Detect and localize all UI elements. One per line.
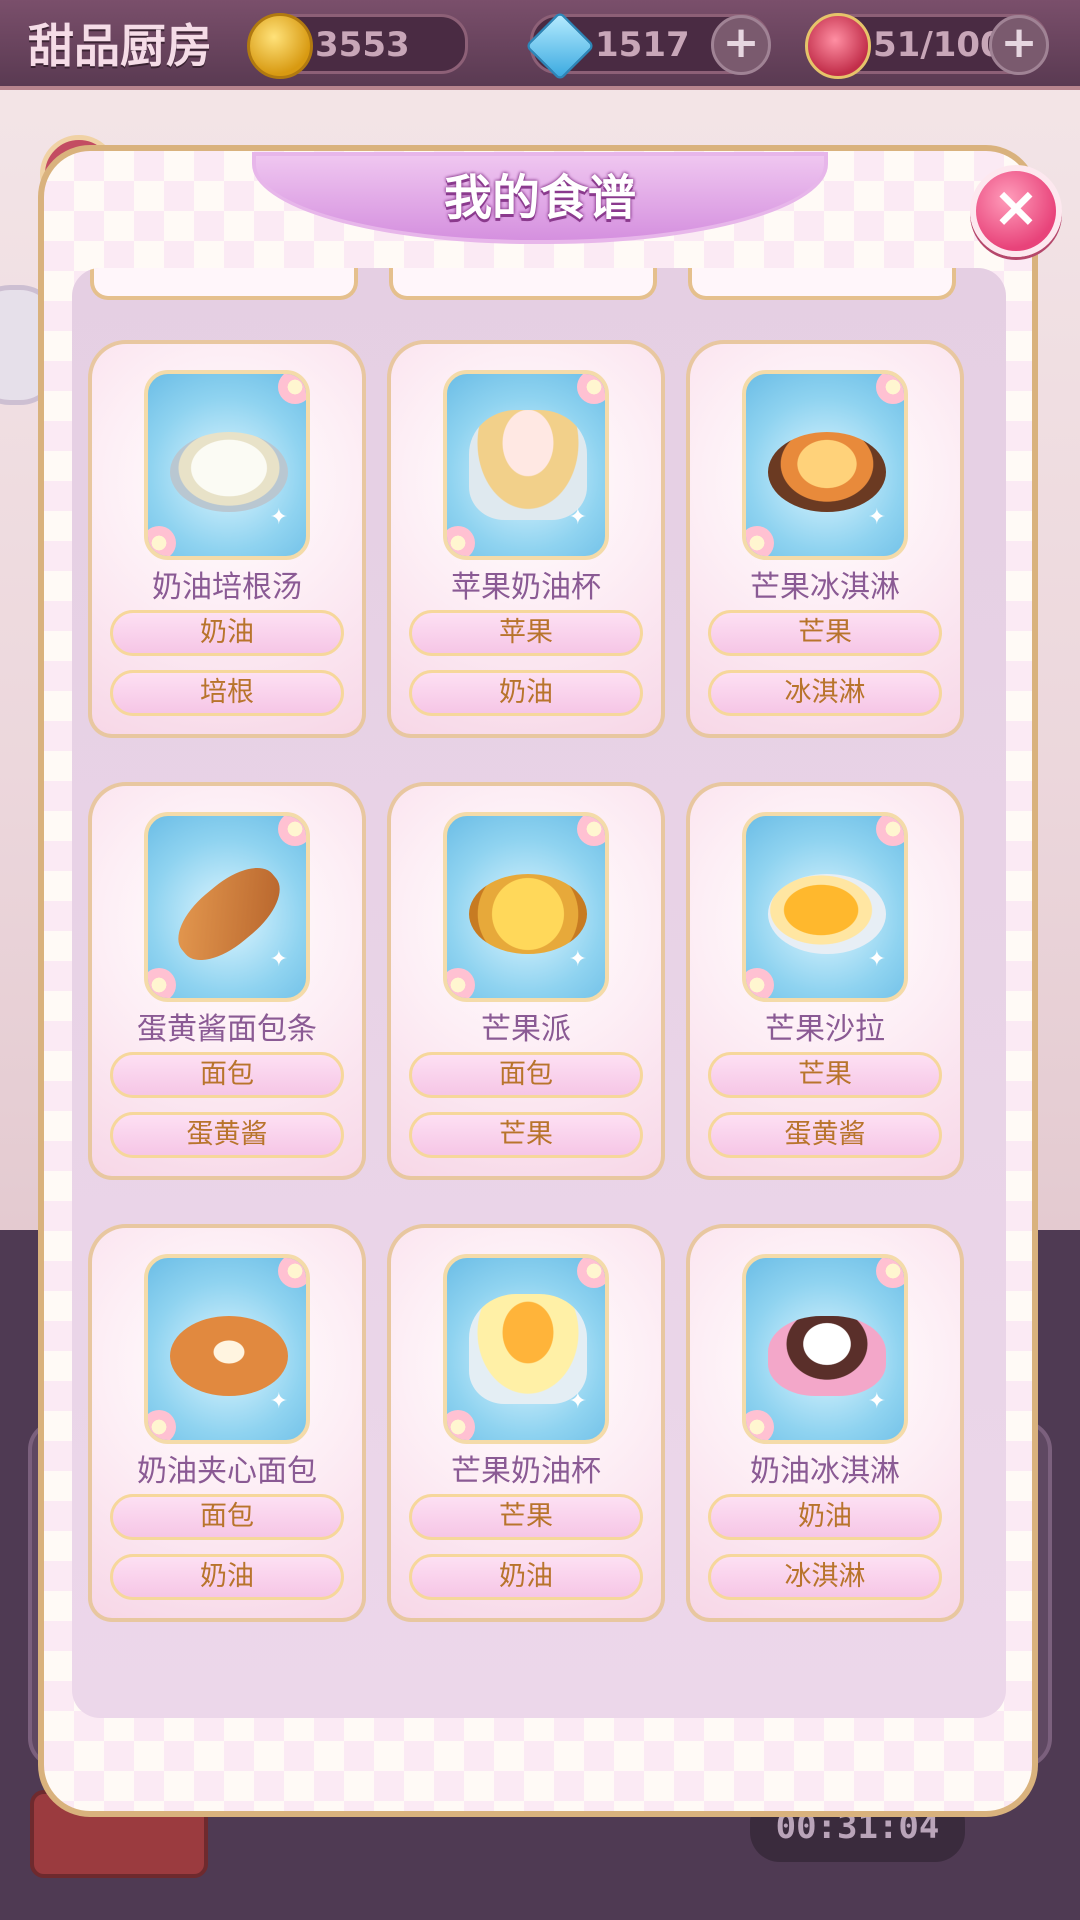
sparkle-icon: ✦ xyxy=(269,947,288,972)
ingredient-tag: 冰淇淋 xyxy=(708,1554,942,1600)
rose-icon xyxy=(805,13,871,79)
ingredient-tag: 蛋黄酱 xyxy=(708,1112,942,1158)
recipe-name: 奶油冰淇淋 xyxy=(750,1454,900,1489)
sparkle-icon: ✦ xyxy=(269,1389,288,1414)
recipe-name: 芒果冰淇淋 xyxy=(750,570,900,605)
sparkle-icon: ✦ xyxy=(568,1389,587,1414)
recipe-card[interactable]: ✦ 奶油夹心面包 面包 奶油 xyxy=(88,1224,366,1622)
sparkle-icon: ✦ xyxy=(269,505,288,530)
flower-decoration xyxy=(876,1258,904,1288)
recipe-image: ✦ xyxy=(144,812,310,1002)
coin-counter: 3553 xyxy=(247,13,468,79)
ingredient-tag: 培根 xyxy=(110,670,344,716)
sparkle-icon: ✦ xyxy=(867,505,886,530)
ingredient-tag: 面包 xyxy=(409,1052,643,1098)
recipe-image: ✦ xyxy=(144,370,310,560)
ingredient-tag: 面包 xyxy=(110,1494,344,1540)
recipe-image: ✦ xyxy=(742,1254,908,1444)
cream-bacon-soup-icon xyxy=(170,432,288,512)
sparkle-icon: ✦ xyxy=(568,947,587,972)
mango-salad-icon xyxy=(768,874,886,954)
ingredient-tag: 面包 xyxy=(110,1052,344,1098)
partial-card xyxy=(688,268,956,300)
coin-value: 3553 xyxy=(315,25,410,65)
ingredient-tag: 芒果 xyxy=(409,1112,643,1158)
flower-decoration xyxy=(577,1258,605,1288)
recipe-card[interactable]: ✦ 奶油冰淇淋 奶油 冰淇淋 xyxy=(686,1224,964,1622)
mango-pie-icon xyxy=(469,874,587,954)
cream-filled-bread-icon xyxy=(170,1316,288,1396)
ingredient-tag: 芒果 xyxy=(409,1494,643,1540)
flower-decoration xyxy=(278,374,306,404)
flower-decoration xyxy=(577,816,605,846)
cream-ice-cream-icon xyxy=(768,1316,886,1396)
add-roses-button[interactable]: + xyxy=(989,15,1049,75)
recipe-name: 芒果派 xyxy=(481,1012,571,1047)
flower-decoration xyxy=(447,526,475,556)
flower-decoration xyxy=(577,374,605,404)
dialog-title: 我的食谱 xyxy=(443,170,636,226)
recipe-card[interactable]: ✦ 苹果奶油杯 苹果 奶油 xyxy=(387,340,665,738)
ingredient-tag: 苹果 xyxy=(409,610,643,656)
recipe-image: ✦ xyxy=(742,370,908,560)
recipe-name: 奶油夹心面包 xyxy=(137,1454,317,1489)
recipe-image: ✦ xyxy=(443,812,609,1002)
flower-decoration xyxy=(876,374,904,404)
ingredient-tag: 芒果 xyxy=(708,610,942,656)
mango-ice-cream-icon xyxy=(768,432,886,512)
top-bar: 甜品厨房 3553 1517 + 51/100 + xyxy=(0,0,1080,90)
add-gems-button[interactable]: + xyxy=(711,15,771,75)
diamond-icon xyxy=(524,10,596,82)
recipe-card[interactable]: ✦ 蛋黄酱面包条 面包 蛋黄酱 xyxy=(88,782,366,1180)
recipe-card[interactable]: ✦ 芒果奶油杯 芒果 奶油 xyxy=(387,1224,665,1622)
apple-cream-cup-icon xyxy=(469,410,587,520)
ingredient-tag: 奶油 xyxy=(110,610,344,656)
sparkle-icon: ✦ xyxy=(867,947,886,972)
recipe-card[interactable]: ✦ 芒果沙拉 芒果 蛋黄酱 xyxy=(686,782,964,1180)
recipe-name: 蛋黄酱面包条 xyxy=(137,1012,317,1047)
ingredient-tag: 芒果 xyxy=(708,1052,942,1098)
rose-counter: 51/100 + xyxy=(805,13,1049,79)
flower-decoration xyxy=(278,816,306,846)
recipe-list[interactable]: ✦ 奶油培根汤 奶油 培根 ✦ 苹果奶油杯 苹果 奶油 ✦ 芒果冰淇淋 芒果 冰… xyxy=(72,268,1006,1718)
sparkle-icon: ✦ xyxy=(568,505,587,530)
ingredient-tag: 奶油 xyxy=(708,1494,942,1540)
ingredient-tag: 奶油 xyxy=(110,1554,344,1600)
flower-decoration xyxy=(148,968,176,998)
flower-decoration xyxy=(148,1410,176,1440)
recipe-card[interactable]: ✦ 芒果派 面包 芒果 xyxy=(387,782,665,1180)
recipe-image: ✦ xyxy=(443,1254,609,1444)
gem-value: 1517 xyxy=(595,25,690,65)
recipe-name: 芒果奶油杯 xyxy=(451,1454,601,1489)
recipe-card[interactable]: ✦ 芒果冰淇淋 芒果 冰淇淋 xyxy=(686,340,964,738)
flower-decoration xyxy=(876,816,904,846)
partial-card xyxy=(389,268,657,300)
ingredient-tag: 奶油 xyxy=(409,1554,643,1600)
sparkle-icon: ✦ xyxy=(867,1389,886,1414)
mango-cream-cup-icon xyxy=(469,1294,587,1404)
ingredient-tag: 冰淇淋 xyxy=(708,670,942,716)
recipe-image: ✦ xyxy=(443,370,609,560)
coin-icon xyxy=(247,13,313,79)
flower-decoration xyxy=(746,526,774,556)
flower-decoration xyxy=(746,968,774,998)
gem-counter: 1517 + xyxy=(524,10,771,82)
flower-decoration xyxy=(278,1258,306,1288)
recipe-image: ✦ xyxy=(742,812,908,1002)
recipe-name: 苹果奶油杯 xyxy=(451,570,601,605)
recipe-image: ✦ xyxy=(144,1254,310,1444)
flower-decoration xyxy=(447,1410,475,1440)
rose-value: 51/100 xyxy=(873,25,1004,65)
recipe-name: 奶油培根汤 xyxy=(152,570,302,605)
partial-card xyxy=(90,268,358,300)
flower-decoration xyxy=(746,1410,774,1440)
close-button[interactable]: × xyxy=(970,165,1062,257)
ingredient-tag: 蛋黄酱 xyxy=(110,1112,344,1158)
flower-decoration xyxy=(447,968,475,998)
flower-decoration xyxy=(148,526,176,556)
recipe-name: 芒果沙拉 xyxy=(765,1012,885,1047)
ingredient-tag: 奶油 xyxy=(409,670,643,716)
recipe-card[interactable]: ✦ 奶油培根汤 奶油 培根 xyxy=(88,340,366,738)
game-title: 甜品厨房 xyxy=(28,19,212,73)
